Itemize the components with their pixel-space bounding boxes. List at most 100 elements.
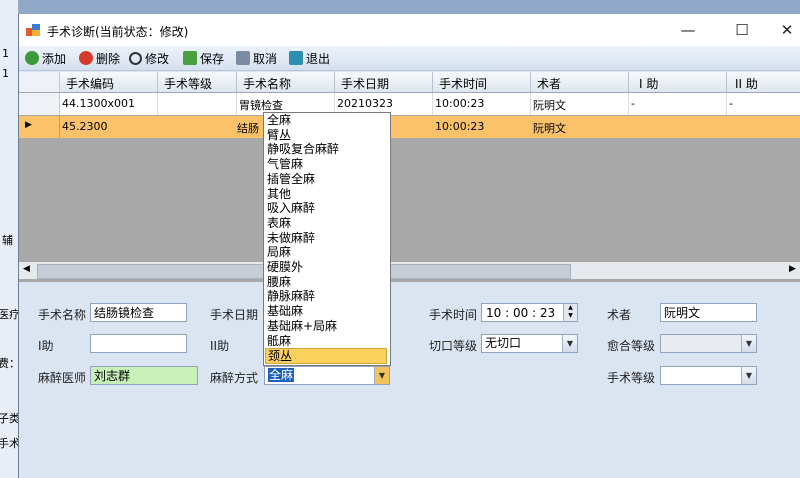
exit-button[interactable]: 退出 [289,49,330,67]
add-button[interactable]: 添加 [25,49,66,67]
surgeon-label: 术者 [607,308,632,322]
column-header[interactable]: I 助 [639,75,658,92]
surgery-diagnosis-window: 手术诊断(当前状态：修改) — ☐ ✕ 添加 删除 修改 保存 取消 退出 手术… [18,14,800,478]
background-app-strip [0,0,800,14]
toolbar: 添加 删除 修改 保存 取消 退出 [19,46,800,71]
minimize-button[interactable]: — [666,18,710,42]
option-item-highlighted[interactable]: 颈丛 [265,348,387,365]
option-item[interactable]: 静脉麻醉 [267,289,315,303]
column-divider [157,72,158,92]
column-header[interactable]: 手术时间 [439,75,487,92]
option-item[interactable]: 插管全麻 [267,172,315,186]
edit-button[interactable]: 修改 [129,49,169,67]
background-fragment: 医疗 [0,308,20,321]
chevron-down-icon[interactable]: ▼ [562,335,577,352]
column-header[interactable]: 术者 [537,75,561,92]
background-fragment: 手术 [0,437,20,450]
incision-level-dropdown[interactable]: 无切口 ▼ [481,334,578,353]
option-item[interactable]: 全麻 [267,113,291,127]
column-header[interactable]: 手术名称 [243,75,291,92]
exit-label: 退出 [306,51,331,66]
cell-name[interactable]: 胃镜检查 [239,97,283,113]
anesthesia-options-list[interactable]: 全麻 臂丛 静吸复合麻醉 气管麻 插管全麻 其他 吸入麻醉 表麻 未做麻醉 局麻… [263,112,391,366]
healing-level-dropdown[interactable]: ▼ [660,334,757,353]
exit-icon [289,51,303,65]
background-fragment: 1 [2,47,9,60]
option-item[interactable]: 骶麻 [267,334,291,348]
cell-code[interactable]: 45.2300 [62,120,108,133]
option-item[interactable]: 基础麻+局麻 [267,319,337,333]
delete-label: 删除 [96,51,121,66]
option-item[interactable]: 气管麻 [267,157,303,171]
surgery-name-field[interactable]: 结肠镜检查 [90,303,187,322]
surgery-level-dropdown[interactable]: ▼ [660,366,757,385]
background-fragment: 辅 [2,234,13,247]
cell-assist1[interactable]: - [631,97,635,110]
save-button[interactable]: 保存 [183,49,224,67]
scroll-left-icon[interactable]: ◀ [23,264,30,274]
option-item[interactable]: 静吸复合麻醉 [267,142,339,156]
surgery-date-label: 手术日期 [210,308,259,322]
assist1-field[interactable] [90,334,187,353]
cell-code[interactable]: 44.1300x001 [62,97,135,110]
cell-time[interactable]: 10:00:23 [435,97,484,110]
column-header[interactable]: II 助 [735,75,758,92]
row-header[interactable]: ▶ [19,116,60,138]
cell-name[interactable]: 结肠 [237,120,259,136]
delete-button[interactable]: 删除 [79,49,120,67]
horizontal-scrollbar[interactable]: ◀ ▶ [19,262,800,279]
grid-corner [19,72,60,92]
column-divider [432,72,433,92]
option-item[interactable]: 局麻 [267,245,291,259]
cancel-button[interactable]: 取消 [236,49,277,67]
row-header[interactable] [19,93,60,115]
surgeon-field[interactable]: 阮明文 [660,303,757,322]
option-item[interactable]: 臂丛 [267,128,291,142]
cell-surgeon[interactable]: 阮明文 [533,97,566,113]
scroll-right-icon[interactable]: ▶ [789,264,796,274]
assist2-label: II助 [210,339,230,353]
anesthesiologist-field[interactable]: 刘志群 [90,366,198,385]
cell-divider [530,93,531,115]
chevron-down-icon[interactable]: ▼ [741,367,756,384]
option-item[interactable]: 表麻 [267,216,291,230]
cancel-icon [236,51,250,65]
window-title: 手术诊断(当前状态：修改) [47,25,189,39]
cell-divider [628,93,629,115]
option-item[interactable]: 腰麻 [267,275,291,289]
surgery-time-label: 手术时间 [429,308,478,322]
background-fragment: 1 [2,67,9,80]
grid-header: 手术编码 手术等级 手术名称 手术日期 手术时间 术者 I 助 II 助 [19,72,800,93]
anesthesia-method-dropdown[interactable]: 全麻 ▼ [264,366,390,385]
cell-date[interactable]: 20210323 [337,97,393,110]
surgery-time-field[interactable]: 10 : 00 : 23 ▲ ▼ [481,303,578,322]
time-spinner[interactable]: ▲ ▼ [563,304,577,321]
option-item[interactable]: 未做麻醉 [267,231,315,245]
option-item[interactable]: 硬膜外 [267,260,303,274]
magnifier-icon [129,51,142,65]
cell-surgeon[interactable]: 阮明文 [533,120,566,136]
maximize-button[interactable]: ☐ [720,18,764,42]
chevron-down-icon[interactable]: ▼ [374,367,389,384]
column-divider [628,72,629,92]
close-button[interactable]: ✕ [765,18,800,42]
option-item[interactable]: 吸入麻醉 [267,201,315,215]
surgery-level-label: 手术等级 [607,371,656,385]
cell-divider [726,93,727,115]
table-row-selected[interactable]: ▶ 45.2300 结肠 10:00:23 阮明文 [19,116,800,138]
column-header[interactable]: 手术编码 [66,75,114,92]
option-item[interactable]: 基础麻 [267,304,303,318]
assist1-label: I助 [38,339,54,353]
column-header[interactable]: 手术等级 [164,75,212,92]
healing-level-label: 愈合等级 [607,339,656,353]
surgery-grid: 手术编码 手术等级 手术名称 手术日期 手术时间 术者 I 助 II 助 44.… [19,72,800,282]
incision-level-label: 切口等级 [429,339,478,353]
chevron-down-icon[interactable]: ▼ [741,335,756,352]
cell-assist2[interactable]: - [729,97,733,110]
cell-divider [236,93,237,115]
table-row[interactable]: 44.1300x001 胃镜检查 20210323 10:00:23 阮明文 -… [19,93,800,115]
column-header[interactable]: 手术日期 [341,75,389,92]
cell-time[interactable]: 10:00:23 [435,120,484,133]
current-row-icon: ▶ [25,120,32,130]
option-item[interactable]: 其他 [267,187,291,201]
